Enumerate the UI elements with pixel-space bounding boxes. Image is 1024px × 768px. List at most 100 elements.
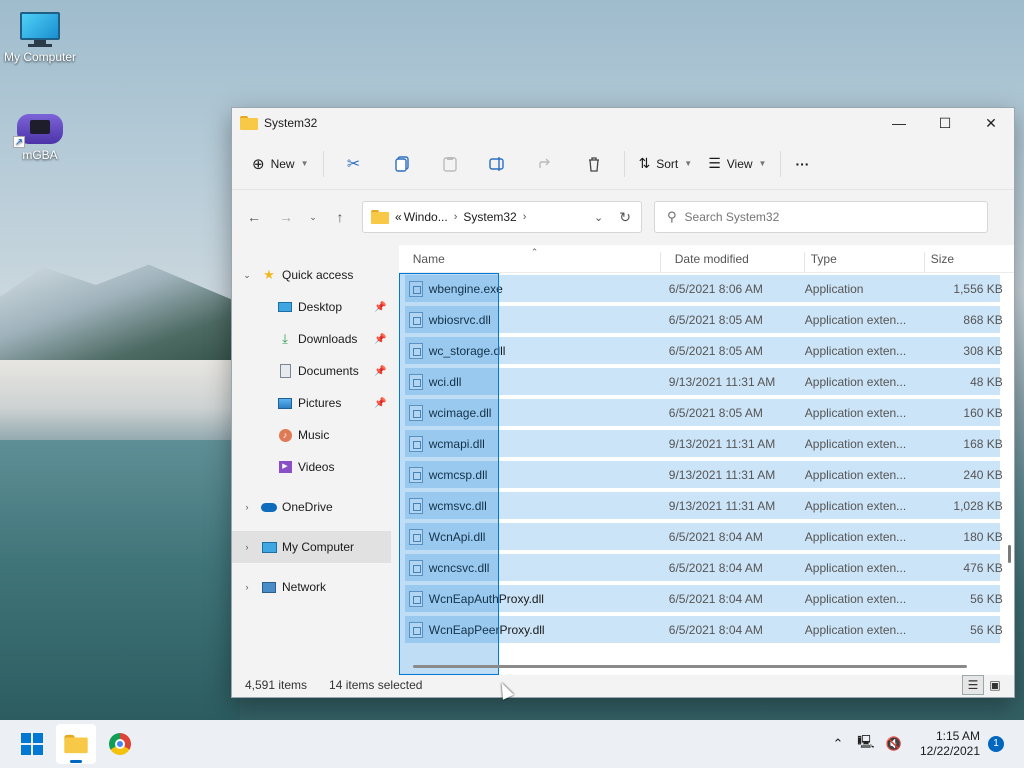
column-header-size[interactable]: Size xyxy=(925,252,1005,272)
nav-item-music[interactable]: ♪ Music xyxy=(232,419,391,451)
file-date: 9/13/2021 11:31 AM xyxy=(668,374,776,389)
chevron-down-icon: ▼ xyxy=(300,159,309,168)
rename-button[interactable] xyxy=(482,148,514,180)
paste-button[interactable] xyxy=(434,148,466,180)
copy-button[interactable] xyxy=(386,148,418,180)
pin-icon: 📌 xyxy=(374,301,387,313)
maximize-button[interactable]: ☐ xyxy=(922,108,968,138)
network-icon xyxy=(260,579,278,595)
nav-item-my-computer[interactable]: › My Computer xyxy=(232,531,391,563)
command-bar: ⊕ New ▼ ✂ ⇅ Sort ▼ ☰ View ▼ ··· xyxy=(232,138,1014,190)
nav-item-desktop[interactable]: Desktop 📌 xyxy=(232,291,391,323)
chrome-taskbar-button[interactable] xyxy=(100,724,140,764)
desktop-icon xyxy=(276,299,294,315)
volume-muted-icon: 🔇 xyxy=(885,736,903,751)
wallpaper-mountain xyxy=(0,264,240,375)
more-options-button[interactable]: ··· xyxy=(787,148,817,180)
clock[interactable]: 1:15 AM 12/22/2021 xyxy=(920,729,980,759)
chevron-right-icon[interactable]: › xyxy=(240,582,254,592)
refresh-button[interactable]: ↻ xyxy=(619,209,631,226)
sort-button[interactable]: ⇅ Sort ▼ xyxy=(631,148,701,180)
desktop-icon-label: My Computer xyxy=(3,50,77,64)
share-button[interactable] xyxy=(530,148,562,180)
file-size: 868 KB xyxy=(963,312,1003,327)
chevron-right-icon[interactable]: › xyxy=(240,502,254,512)
notification-badge[interactable]: 1 xyxy=(988,736,1004,752)
file-size: 1,028 KB xyxy=(953,498,1003,513)
delete-button[interactable] xyxy=(578,148,610,180)
clock-date: 12/22/2021 xyxy=(919,744,980,758)
file-size: 180 KB xyxy=(963,529,1003,544)
search-box[interactable]: ⚲ xyxy=(654,201,988,233)
arrow-right-icon: → xyxy=(279,209,293,225)
chevron-down-icon: ⌄ xyxy=(309,211,317,222)
nav-label: Downloads xyxy=(298,332,358,346)
nav-label: Desktop xyxy=(298,300,343,314)
cloud-icon xyxy=(260,499,278,515)
nav-item-documents[interactable]: Documents 📌 xyxy=(232,355,391,387)
cut-button[interactable]: ✂ xyxy=(338,148,370,180)
nav-item-videos[interactable]: ▶ Videos xyxy=(232,451,391,483)
show-hidden-icons-button[interactable]: ⌃ xyxy=(826,732,850,756)
vertical-scrollbar[interactable] xyxy=(1008,545,1011,563)
nav-item-pictures[interactable]: Pictures 📌 xyxy=(232,387,391,419)
pin-icon: 📌 xyxy=(374,333,387,345)
breadcrumb-system32[interactable]: System32 xyxy=(463,210,516,224)
breadcrumb-windows[interactable]: Windo... xyxy=(404,210,448,224)
network-status-button[interactable]: 🖳 xyxy=(854,732,878,756)
column-header-name[interactable]: Name xyxy=(399,252,661,272)
nav-label: Pictures xyxy=(298,396,342,410)
more-dots-icon: ··· xyxy=(795,155,810,172)
column-header-type[interactable]: Type xyxy=(805,252,925,272)
forward-button[interactable]: → xyxy=(270,201,302,233)
chevron-right-icon[interactable]: › xyxy=(240,542,254,552)
up-button[interactable]: ↑ xyxy=(324,201,356,233)
recent-locations-button[interactable]: ⌄ xyxy=(302,201,324,233)
nav-item-onedrive[interactable]: › OneDrive xyxy=(232,491,391,523)
file-list[interactable]: ⌃ Name Date modified Type Size wbengine.… xyxy=(398,245,1014,675)
start-button[interactable] xyxy=(12,724,52,764)
address-bar[interactable]: « Windo... › System32 › ⌄ ↻ xyxy=(362,201,642,233)
monitor-icon xyxy=(18,12,62,48)
desktop-icon-label: mGBA xyxy=(22,148,58,162)
close-button[interactable]: ✕ xyxy=(968,108,1014,138)
desktop-icon-my-computer[interactable]: My Computer xyxy=(0,12,80,64)
sort-ascending-icon: ⌃ xyxy=(530,247,539,257)
selection-rectangle xyxy=(398,273,499,675)
download-icon: ⤓ xyxy=(282,331,288,346)
network-monitor-icon: 🖳 xyxy=(857,734,875,749)
view-button[interactable]: ☰ View ▼ xyxy=(700,148,774,180)
column-headers: Name Date modified Type Size xyxy=(398,245,1014,273)
nav-label: Quick access xyxy=(282,268,354,282)
file-size: 56 KB xyxy=(970,591,1003,606)
title-bar[interactable]: System32 — ☐ ✕ xyxy=(232,108,1014,138)
file-size: 308 KB xyxy=(963,343,1003,358)
horizontal-scrollbar[interactable] xyxy=(412,665,967,668)
file-type: Application xyxy=(804,281,864,296)
windows-logo-icon xyxy=(21,733,43,755)
address-dropdown-button[interactable]: ⌄ xyxy=(594,211,603,224)
volume-button[interactable]: 🔇 xyxy=(882,732,906,756)
file-date: 6/5/2021 8:04 AM xyxy=(668,591,763,606)
minimize-button[interactable]: — xyxy=(876,108,922,138)
file-size: 168 KB xyxy=(963,436,1003,451)
overflow-chevrons[interactable]: « xyxy=(395,210,402,224)
column-header-date[interactable]: Date modified xyxy=(661,252,805,272)
nav-item-network[interactable]: › Network xyxy=(232,571,391,603)
search-input[interactable] xyxy=(684,210,945,224)
tiles-view-button[interactable]: ▣ xyxy=(984,675,1006,695)
file-type: Application exten... xyxy=(804,312,907,327)
file-type: Application exten... xyxy=(804,343,907,358)
chevron-down-icon[interactable]: ⌄ xyxy=(240,270,254,281)
nav-item-quick-access[interactable]: ⌄ ★ Quick access xyxy=(232,259,391,291)
new-button[interactable]: ⊕ New ▼ xyxy=(244,148,317,180)
nav-item-downloads[interactable]: ⤓ Downloads 📌 xyxy=(232,323,391,355)
sort-label: Sort xyxy=(656,156,679,171)
item-count: 4,591 items xyxy=(245,678,308,692)
details-view-button[interactable]: ☰ xyxy=(962,675,984,695)
desktop-icon-mgba[interactable]: ↗ mGBA xyxy=(0,112,80,162)
file-type: Application exten... xyxy=(804,405,907,420)
back-button[interactable]: ← xyxy=(238,201,270,233)
pin-icon: 📌 xyxy=(374,397,387,409)
file-explorer-taskbar-button[interactable] xyxy=(56,724,96,764)
